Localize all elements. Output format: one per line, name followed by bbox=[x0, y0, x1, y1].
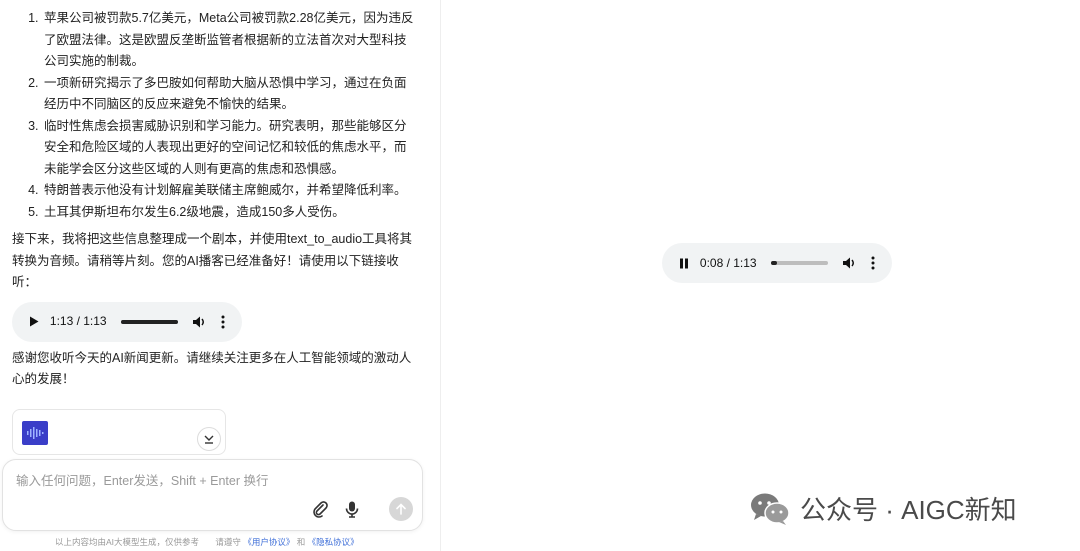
paperclip-icon bbox=[313, 501, 328, 518]
footer-disclaimer: 以上内容均由AI大模型生成，仅供参考 请遵守 《用户协议》 和 《隐私协议》 bbox=[55, 536, 359, 548]
download-button[interactable] bbox=[197, 427, 221, 451]
audio-seek-fill bbox=[120, 319, 179, 324]
audio-seek-fill bbox=[770, 261, 777, 265]
volume-button[interactable] bbox=[842, 255, 858, 271]
volume-icon bbox=[193, 316, 205, 327]
news-item: 苹果公司被罚款5.7亿美元，Meta公司被罚款2.28亿美元，因为违反了欧盟法律… bbox=[42, 8, 417, 73]
user-agreement-link[interactable]: 《用户协议》 bbox=[243, 537, 294, 547]
voice-input-button[interactable] bbox=[343, 500, 363, 520]
audio-time: 1:13 / 1:13 bbox=[49, 313, 107, 328]
audio-file-card[interactable] bbox=[12, 409, 226, 455]
audio-time: 0:08 / 1:13 bbox=[699, 256, 757, 270]
microphone-icon bbox=[345, 501, 359, 518]
inline-audio-player[interactable]: 1:13 / 1:13 bbox=[12, 301, 242, 342]
preview-audio-player[interactable]: 0:08 / 1:13 bbox=[662, 243, 892, 283]
audio-seek-bar[interactable] bbox=[770, 261, 829, 265]
wechat-icon bbox=[751, 493, 790, 525]
watermark-text: 公众号 · AIGC新知 bbox=[800, 495, 1017, 525]
news-item: 临时性焦虑会损害威胁识别和学习能力。研究表明，那些能够区分安全和危险区域的人表现… bbox=[42, 116, 417, 181]
news-list: 苹果公司被罚款5.7亿美元，Meta公司被罚款2.28亿美元，因为违反了欧盟法律… bbox=[12, 8, 417, 223]
news-item: 一项新研究揭示了多巴胺如何帮助大脑从恐惧中学习，通过在负面经历中不同脑区的反应来… bbox=[42, 73, 417, 116]
assistant-message: 接下来，我将把这些信息整理成一个剧本，并使用text_to_audio工具将其转… bbox=[12, 232, 413, 289]
audio-seek-bar[interactable] bbox=[120, 319, 179, 324]
privacy-link[interactable]: 《隐私协议》 bbox=[308, 537, 359, 547]
chat-conversation: 苹果公司被罚款5.7亿美元，Meta公司被罚款2.28亿美元，因为违反了欧盟法律… bbox=[12, 8, 417, 391]
audio-file-icon bbox=[22, 421, 48, 445]
pause-button[interactable] bbox=[676, 255, 692, 271]
chat-panel: 苹果公司被罚款5.7亿美元，Meta公司被罚款2.28亿美元，因为违反了欧盟法律… bbox=[0, 0, 441, 551]
assistant-message: 感谢您收听今天的AI新闻更新。请继续关注更多在人工智能领域的激动人心的发展！ bbox=[12, 350, 412, 387]
play-button[interactable] bbox=[26, 314, 42, 330]
message-input-placeholder[interactable]: 输入任何问题，Enter发送，Shift + Enter 换行 bbox=[16, 470, 269, 489]
agree-prefix: 请遵守 bbox=[215, 537, 241, 547]
more-vertical-icon bbox=[221, 315, 225, 328]
play-icon bbox=[29, 316, 39, 327]
message-input-box[interactable]: 输入任何问题，Enter发送，Shift + Enter 换行 bbox=[2, 459, 423, 531]
send-icon bbox=[396, 503, 406, 515]
send-button[interactable] bbox=[389, 497, 413, 521]
more-options-button[interactable] bbox=[218, 315, 228, 329]
watermark: 公众号 · AIGC新知 bbox=[750, 490, 1017, 527]
more-vertical-icon bbox=[871, 256, 875, 270]
volume-button[interactable] bbox=[192, 314, 208, 330]
news-item: 土耳其伊斯坦布尔发生6.2级地震，造成150多人受伤。 bbox=[42, 202, 417, 224]
news-item: 特朗普表示他没有计划解雇美联储主席鲍威尔，并希望降低利率。 bbox=[42, 180, 417, 202]
pause-icon bbox=[679, 258, 688, 268]
ai-disclaimer: 以上内容均由AI大模型生成，仅供参考 bbox=[55, 537, 200, 547]
more-options-button[interactable] bbox=[868, 256, 878, 270]
agree-and: 和 bbox=[296, 537, 306, 547]
volume-icon bbox=[843, 257, 855, 269]
attach-button[interactable] bbox=[311, 500, 331, 520]
download-icon bbox=[204, 435, 214, 444]
